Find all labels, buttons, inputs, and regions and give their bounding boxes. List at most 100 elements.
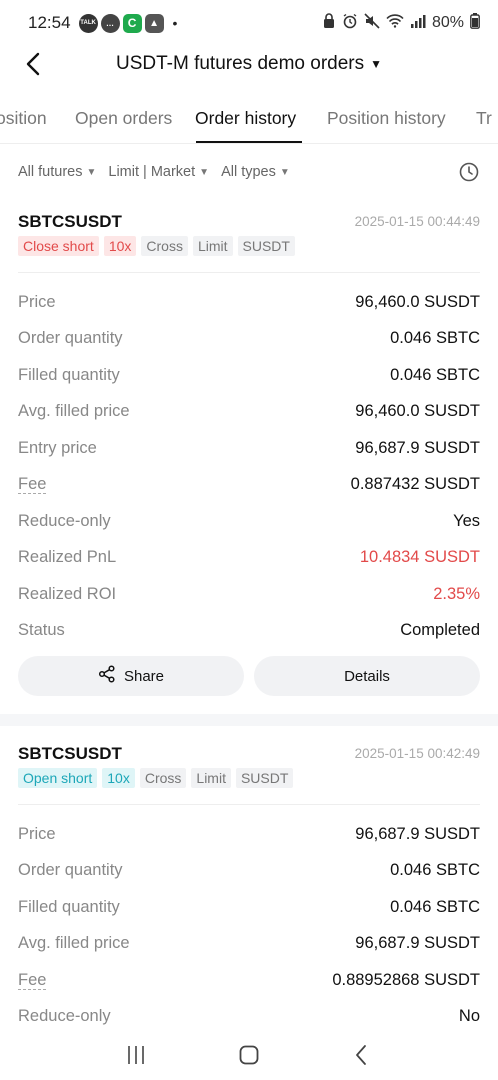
margin-mode-badge: Cross — [141, 236, 188, 256]
detail-label: Order quantity — [18, 328, 123, 347]
caret-down-icon: ▼ — [86, 166, 97, 178]
detail-label: Reduce-only — [18, 1006, 111, 1025]
detail-row-price: Price 96,687.9 SUSDT — [18, 821, 480, 847]
settle-currency-badge: SUSDT — [235, 768, 294, 788]
tab-bar: osition Open orders Order history Positi… — [0, 100, 498, 144]
share-button-label: Share — [123, 667, 165, 685]
order-side-badge: Open short — [18, 768, 98, 788]
share-icon — [98, 665, 116, 687]
filter-bar: All futures ▼ Limit | Market ▼ All types… — [18, 160, 480, 184]
detail-label: Price — [18, 824, 56, 843]
app-c-notification-icon: C — [122, 13, 142, 33]
status-time: 12:54 — [28, 13, 71, 32]
fee-tooltip-label[interactable]: Fee — [18, 971, 47, 990]
fee-tooltip-label[interactable]: Fee — [18, 475, 47, 494]
detail-value: Completed — [400, 620, 480, 639]
detail-label: Realized ROI — [18, 584, 117, 603]
detail-row-reduce-only: Reduce-only Yes — [18, 508, 480, 534]
talk-notification-icon: TALK — [78, 13, 98, 33]
divider — [18, 272, 480, 273]
alarm-icon — [342, 13, 358, 33]
detail-label: Avg. filled price — [18, 401, 130, 420]
detail-label: Price — [18, 292, 56, 311]
detail-value: 0.046 SBTC — [390, 328, 480, 347]
detail-label: Avg. filled price — [18, 933, 130, 952]
share-button[interactable]: Share — [18, 656, 244, 696]
caret-down-icon: ▼ — [199, 166, 210, 178]
detail-value: 96,460.0 SUSDT — [355, 401, 480, 420]
detail-label: Filled quantity — [18, 365, 120, 384]
recent-apps-icon[interactable] — [124, 1043, 148, 1067]
margin-mode-badge: Cross — [139, 768, 187, 788]
detail-label: Entry price — [18, 438, 97, 457]
detail-value: Yes — [453, 511, 480, 530]
filter-all-types[interactable]: All types ▼ — [221, 164, 290, 180]
caret-down-icon: ▼ — [279, 166, 290, 178]
order-symbol: SBTCSUSDT — [18, 744, 122, 763]
detail-value: 0.046 SBTC — [390, 860, 480, 879]
tab-position-history[interactable]: Position history — [327, 108, 446, 129]
filter-order-type[interactable]: Limit | Market ▼ — [108, 164, 209, 180]
card-separator — [0, 714, 498, 726]
tab-trade-history[interactable]: Tr — [476, 108, 492, 129]
details-button-label: Details — [344, 667, 390, 685]
filter-all-futures-label: All futures — [18, 164, 83, 180]
details-button[interactable]: Details — [254, 656, 480, 696]
detail-row-filled-quantity: Filled quantity 0.046 SBTC — [18, 362, 480, 388]
back-arrow-icon[interactable] — [20, 50, 48, 78]
detail-value: 0.046 SBTC — [390, 365, 480, 384]
signal-icon — [410, 14, 426, 32]
order-timestamp: 2025-01-15 00:44:49 — [354, 214, 480, 229]
order-side-badge: Close short — [18, 236, 99, 256]
order-tags: Close short 10x Cross Limit SUSDT — [18, 236, 295, 256]
detail-row-entry-price: Entry price 96,687.9 SUSDT — [18, 435, 480, 461]
page-title[interactable]: USDT-M futures demo orders ▼ — [116, 53, 382, 75]
back-nav-icon[interactable] — [350, 1043, 374, 1067]
battery-icon — [470, 13, 480, 33]
detail-row-order-quantity: Order quantity 0.046 SBTC — [18, 325, 480, 351]
tab-position[interactable]: osition — [0, 108, 47, 129]
filter-all-types-label: All types — [221, 164, 276, 180]
detail-value: 96,687.9 SUSDT — [355, 438, 480, 457]
order-type-badge: Limit — [191, 768, 231, 788]
home-icon[interactable] — [237, 1043, 261, 1067]
page-title-text: USDT-M futures demo orders — [115, 53, 365, 74]
detail-row-reduce-only: Reduce-only No — [18, 1003, 480, 1029]
order-tags: Open short 10x Cross Limit SUSDT — [18, 768, 294, 788]
detail-row-status: Status Completed — [18, 617, 480, 643]
detail-row-fee: Fee 0.887432 SUSDT — [18, 471, 480, 497]
more-notifications-dot-icon: • — [172, 15, 178, 31]
system-nav-bar — [0, 1030, 498, 1080]
detail-value: 96,687.9 SUSDT — [355, 933, 480, 952]
leverage-badge: 10x — [103, 236, 137, 256]
chat-notification-icon: … — [100, 13, 120, 33]
divider — [18, 804, 480, 805]
active-tab-indicator — [196, 141, 302, 143]
filter-order-type-label: Limit | Market — [108, 164, 196, 180]
detail-row-price: Price 96,460.0 SUSDT — [18, 289, 480, 315]
detail-row-filled-quantity: Filled quantity 0.046 SBTC — [18, 894, 480, 920]
caret-down-icon: ▼ — [370, 57, 383, 71]
image-notification-icon: ▲ — [144, 13, 164, 33]
detail-label: Order quantity — [18, 860, 123, 879]
detail-row-realized-roi: Realized ROI 2.35% — [18, 581, 480, 607]
mute-icon — [364, 13, 380, 33]
detail-label: Filled quantity — [18, 897, 120, 916]
detail-row-avg-filled-price: Avg. filled price 96,687.9 SUSDT — [18, 930, 480, 956]
detail-value: 0.887432 SUSDT — [350, 474, 480, 493]
clock-icon[interactable] — [458, 161, 480, 183]
order-timestamp: 2025-01-15 00:42:49 — [354, 746, 480, 761]
tab-open-orders[interactable]: Open orders — [75, 108, 172, 129]
detail-label: Realized PnL — [18, 547, 117, 566]
settle-currency-badge: SUSDT — [237, 236, 295, 256]
detail-row-order-quantity: Order quantity 0.046 SBTC — [18, 857, 480, 883]
tab-order-history[interactable]: Order history — [195, 108, 296, 129]
detail-value: 96,460.0 SUSDT — [355, 292, 480, 311]
order-type-badge: Limit — [192, 236, 233, 256]
filter-all-futures[interactable]: All futures ▼ — [18, 164, 96, 180]
page-header: USDT-M futures demo orders ▼ — [0, 40, 498, 88]
detail-value: 0.046 SBTC — [390, 897, 480, 916]
detail-value: 10.4834 SUSDT — [359, 547, 480, 566]
lock-icon — [322, 13, 336, 33]
battery-percent: 80% — [431, 14, 464, 31]
